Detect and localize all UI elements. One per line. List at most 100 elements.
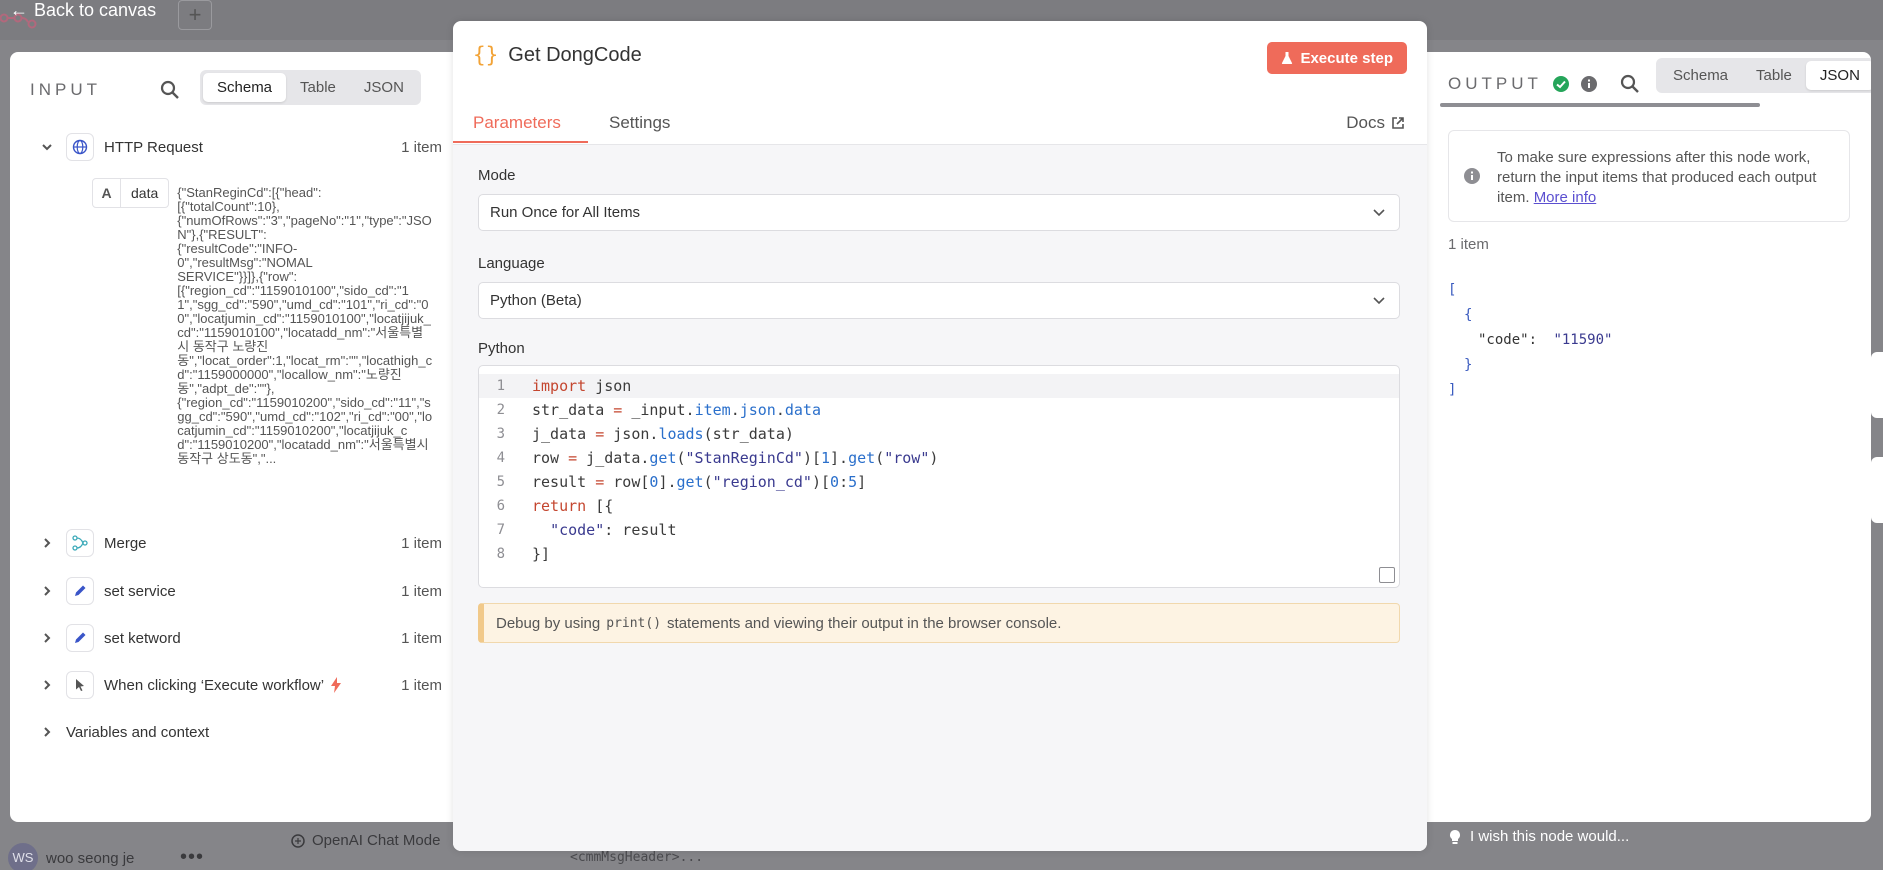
user-name: woo seong je	[46, 849, 135, 867]
feedback-label: I wish this node would...	[1470, 828, 1630, 845]
docs-label: Docs	[1346, 113, 1385, 132]
input-node-count: 1 item	[401, 629, 442, 647]
chevron-down-icon	[1373, 209, 1385, 217]
output-info-callout: To make sure expressions after this node…	[1448, 130, 1850, 222]
code-editor[interactable]: 1 import json 2 str_data = _input.item.j…	[478, 365, 1400, 588]
search-icon[interactable]	[160, 80, 180, 100]
docs-link[interactable]: Docs	[1346, 113, 1405, 133]
chevron-right-icon[interactable]	[40, 726, 54, 738]
canvas-right-handle	[1871, 352, 1883, 418]
input-tab-schema[interactable]: Schema	[203, 73, 287, 102]
input-title: INPUT	[30, 80, 101, 99]
mode-select[interactable]: Run Once for All Items	[478, 194, 1400, 231]
input-view-tabs: Schema Table JSON	[200, 70, 421, 105]
code-line: 5 result = row[0].get("region_cd")[0:5]	[496, 473, 867, 491]
cursor-icon	[66, 671, 94, 699]
input-tab-table[interactable]: Table	[286, 73, 350, 102]
output-panel: OUTPUT Schema Table JSON To make sure ex…	[1426, 52, 1871, 822]
field-value: {"StanReginCd":[{"head": [{"totalCount":…	[177, 185, 433, 466]
user-menu[interactable]: WS woo seong je	[8, 843, 134, 870]
schema-field-data: A data {"StanReginCd":[{"head": [{"total…	[92, 178, 432, 466]
arrow-left-icon: ←	[10, 0, 28, 20]
add-node-button[interactable]: +	[178, 0, 212, 30]
code-line: 6 return [{	[496, 497, 614, 515]
globe-icon	[66, 133, 94, 161]
input-node-count: 1 item	[401, 138, 442, 156]
back-to-canvas-link[interactable]: ← Back to canvas	[10, 0, 156, 21]
avatar: WS	[8, 843, 38, 870]
output-tab-table[interactable]: Table	[1742, 61, 1806, 90]
feedback-link[interactable]: I wish this node would...	[1448, 828, 1629, 845]
field-name: data	[131, 185, 159, 201]
input-tab-json[interactable]: JSON	[350, 73, 418, 102]
canvas-node-openai-label: OpenAI Chat Mode	[312, 832, 441, 849]
search-icon[interactable]	[1620, 74, 1640, 94]
info-icon	[1464, 168, 1480, 184]
success-check-icon	[1552, 76, 1569, 92]
input-panel: INPUT Schema Table JSON HTTP Request 1 i…	[10, 52, 454, 822]
canvas-snippet: <cmmMsgHeader>...	[570, 850, 704, 865]
execute-step-button[interactable]: Execute step	[1267, 42, 1407, 74]
code-line: 8 }]	[496, 545, 551, 563]
pencil-icon	[66, 577, 94, 605]
more-info-link[interactable]: More info	[1534, 189, 1597, 206]
back-to-canvas-label: Back to canvas	[34, 0, 157, 20]
code-line: 3 j_data = json.loads(str_data)	[496, 425, 794, 443]
input-node-count: 1 item	[401, 534, 442, 552]
node-title[interactable]: Get DongCode	[508, 44, 641, 67]
variables-label: Variables and context	[66, 723, 210, 741]
input-node-merge[interactable]: Merge 1 item	[10, 528, 454, 558]
external-link-icon	[1392, 117, 1404, 129]
output-item-count: 1 item	[1448, 236, 1489, 253]
user-more-button[interactable]: •••	[180, 846, 204, 869]
json-output: [ { "code": "11590" } ]	[1448, 278, 1612, 403]
canvas-node-openai: OpenAI Chat Mode	[290, 832, 440, 849]
tab-settings[interactable]: Settings	[609, 113, 670, 133]
debug-code: print()	[606, 615, 662, 631]
execute-step-label: Execute step	[1300, 49, 1393, 67]
field-badge[interactable]: A data	[92, 178, 170, 208]
variables-and-context[interactable]: Variables and context	[10, 717, 454, 747]
language-select[interactable]: Python (Beta)	[478, 282, 1400, 319]
chevron-right-icon[interactable]	[40, 537, 54, 549]
openai-icon	[291, 833, 305, 848]
lightbulb-icon	[1450, 829, 1460, 844]
horizontal-scrollbar[interactable]	[1440, 103, 1760, 107]
input-node-set-service[interactable]: set service 1 item	[10, 576, 454, 606]
info-icon[interactable]	[1580, 75, 1598, 93]
code-line: 1 import json	[479, 374, 1399, 398]
json-bracket: {	[1464, 307, 1473, 323]
node-header: {} Get DongCode	[473, 43, 642, 67]
json-key: "code":	[1478, 332, 1538, 348]
mode-value: Run Once for All Items	[490, 204, 641, 221]
canvas-right-handle	[1871, 457, 1883, 523]
output-title: OUTPUT	[1448, 74, 1542, 93]
flask-icon	[1282, 52, 1293, 64]
input-node-manual-trigger[interactable]: When clicking ‘Execute workflow’ 1 item	[10, 670, 454, 700]
active-tab-indicator	[453, 141, 588, 143]
chevron-down-icon[interactable]	[40, 141, 54, 153]
resize-handle-icon[interactable]	[1379, 567, 1395, 583]
language-label: Language	[478, 255, 545, 272]
input-node-set-ketword[interactable]: set ketword 1 item	[10, 623, 454, 653]
chevron-right-icon[interactable]	[40, 585, 54, 597]
merge-icon	[66, 529, 94, 557]
input-node-label: set ketword	[104, 629, 181, 647]
language-value: Python (Beta)	[490, 292, 582, 309]
chevron-right-icon[interactable]	[40, 632, 54, 644]
mode-label: Mode	[478, 167, 516, 184]
tab-parameters[interactable]: Parameters	[473, 113, 561, 133]
node-details-dialog: {} Get DongCode Execute step Parameters …	[453, 21, 1427, 851]
input-node-http-request[interactable]: HTTP Request 1 item	[10, 132, 454, 162]
parameters-panel: Mode Run Once for All Items Language Pyt…	[453, 145, 1427, 851]
python-label: Python	[478, 340, 525, 357]
code-line: 2 str_data = _input.item.json.data	[496, 401, 821, 419]
chevron-right-icon[interactable]	[40, 679, 54, 691]
debug-suffix: statements and viewing their output in t…	[667, 614, 1062, 632]
debug-prefix: Debug by using	[496, 614, 601, 632]
output-tab-schema[interactable]: Schema	[1659, 61, 1742, 90]
json-value: "11590"	[1553, 332, 1613, 348]
chevron-down-icon	[1373, 297, 1385, 305]
debug-notice: Debug by using print() statements and vi…	[478, 603, 1400, 643]
output-tab-json[interactable]: JSON	[1805, 61, 1871, 90]
